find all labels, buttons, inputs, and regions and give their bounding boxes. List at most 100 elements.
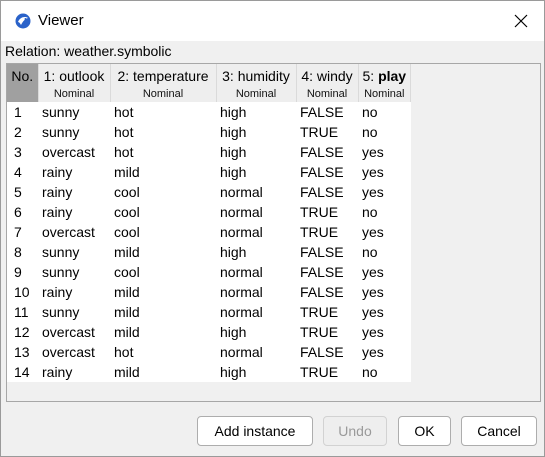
cell-temperature[interactable]: hot [110,102,216,122]
table-row[interactable]: 2 sunny hot high TRUE no [7,122,411,142]
cell-humidity[interactable]: high [216,142,296,162]
cell-play[interactable]: yes [358,282,411,302]
column-header-windy[interactable]: 4: windy Nominal [296,64,359,102]
cell-temperature[interactable]: mild [110,242,216,262]
cell-windy[interactable]: FALSE [296,162,358,182]
cell-humidity[interactable]: normal [216,262,296,282]
cell-temperature[interactable]: cool [110,182,216,202]
cell-outlook[interactable]: rainy [38,182,110,202]
cell-no: 2 [14,124,22,140]
table-row[interactable]: 11 sunny mild normal TRUE yes [7,302,411,322]
cell-play[interactable]: yes [358,322,411,342]
column-header-label: 2: temperature [117,68,209,84]
table-row[interactable]: 5 rainy cool normal FALSE yes [7,182,411,202]
cell-temperature[interactable]: cool [110,202,216,222]
cell-outlook[interactable]: rainy [38,162,110,182]
cell-outlook[interactable]: sunny [38,302,110,322]
cell-temperature[interactable]: mild [110,362,216,382]
cell-outlook[interactable]: sunny [38,262,110,282]
cell-outlook[interactable]: overcast [38,222,110,242]
table-row[interactable]: 9 sunny cool normal FALSE yes [7,262,411,282]
cell-humidity[interactable]: normal [216,182,296,202]
cell-play[interactable]: no [358,362,411,382]
cell-temperature[interactable]: mild [110,322,216,342]
cell-windy[interactable]: TRUE [296,362,358,382]
cell-windy[interactable]: FALSE [296,182,358,202]
cell-outlook[interactable]: overcast [38,322,110,342]
cell-windy[interactable]: TRUE [296,222,358,242]
cell-play[interactable]: yes [358,262,411,282]
cell-play[interactable]: yes [358,222,411,242]
table-row[interactable]: 7 overcast cool normal TRUE yes [7,222,411,242]
table-row[interactable]: 14 rainy mild high TRUE no [7,362,411,382]
cell-outlook[interactable]: rainy [38,202,110,222]
cell-windy[interactable]: TRUE [296,122,358,142]
cell-humidity[interactable]: high [216,122,296,142]
cell-humidity[interactable]: high [216,242,296,262]
cell-temperature[interactable]: cool [110,262,216,282]
table-row[interactable]: 1 sunny hot high FALSE no [7,102,411,122]
cell-windy[interactable]: FALSE [296,242,358,262]
table-scroll-area[interactable]: No. 1: outlook Nominal 2: temperature No… [6,63,541,402]
cell-outlook[interactable]: overcast [38,342,110,362]
column-header-no[interactable]: No. [7,64,39,102]
cell-play[interactable]: yes [358,302,411,322]
cell-outlook[interactable]: overcast [38,142,110,162]
cell-temperature[interactable]: hot [110,142,216,162]
cell-humidity[interactable]: normal [216,222,296,242]
cell-temperature[interactable]: cool [110,222,216,242]
cell-humidity[interactable]: high [216,322,296,342]
cell-play[interactable]: yes [358,182,411,202]
title-bar: Viewer [1,1,544,41]
cell-temperature[interactable]: hot [110,342,216,362]
column-header-outlook[interactable]: 1: outlook Nominal [38,64,111,102]
cell-windy[interactable]: FALSE [296,102,358,122]
cell-humidity[interactable]: normal [216,342,296,362]
cell-play[interactable]: no [358,122,411,142]
cell-windy[interactable]: FALSE [296,262,358,282]
cell-humidity[interactable]: normal [216,282,296,302]
cancel-button[interactable]: Cancel [461,416,537,446]
column-type-label: Nominal [235,88,277,100]
cell-play[interactable]: yes [358,342,411,362]
cell-windy[interactable]: FALSE [296,282,358,302]
cell-outlook[interactable]: sunny [38,102,110,122]
cell-humidity[interactable]: high [216,102,296,122]
cell-play[interactable]: no [358,102,411,122]
cell-play[interactable]: no [358,202,411,222]
cell-temperature[interactable]: mild [110,282,216,302]
cell-play[interactable]: yes [358,162,411,182]
add-instance-button[interactable]: Add instance [197,416,313,446]
cell-outlook[interactable]: rainy [38,362,110,382]
table-row[interactable]: 4 rainy mild high FALSE yes [7,162,411,182]
close-button[interactable] [498,1,544,41]
cell-outlook[interactable]: sunny [38,242,110,262]
cell-humidity[interactable]: normal [216,202,296,222]
cell-outlook[interactable]: sunny [38,122,110,142]
cell-play[interactable]: no [358,242,411,262]
cell-temperature[interactable]: mild [110,302,216,322]
table-row[interactable]: 13 overcast hot normal FALSE yes [7,342,411,362]
table-row[interactable]: 3 overcast hot high FALSE yes [7,142,411,162]
ok-button[interactable]: OK [398,416,451,446]
table-row[interactable]: 8 sunny mild high FALSE no [7,242,411,262]
cell-temperature[interactable]: hot [110,122,216,142]
column-header-label: 5: play [363,68,407,84]
cell-humidity[interactable]: high [216,362,296,382]
cell-play[interactable]: yes [358,142,411,162]
table-row[interactable]: 12 overcast mild high TRUE yes [7,322,411,342]
table-row[interactable]: 6 rainy cool normal TRUE no [7,202,411,222]
cell-humidity[interactable]: high [216,162,296,182]
column-header-temperature[interactable]: 2: temperature Nominal [110,64,217,102]
column-header-play[interactable]: 5: play Nominal [358,64,412,102]
column-header-humidity[interactable]: 3: humidity Nominal [216,64,297,102]
cell-humidity[interactable]: normal [216,302,296,322]
cell-temperature[interactable]: mild [110,162,216,182]
cell-windy[interactable]: TRUE [296,322,358,342]
cell-windy[interactable]: TRUE [296,302,358,322]
cell-windy[interactable]: FALSE [296,342,358,362]
cell-outlook[interactable]: rainy [38,282,110,302]
table-row[interactable]: 10 rainy mild normal FALSE yes [7,282,411,302]
cell-windy[interactable]: TRUE [296,202,358,222]
cell-windy[interactable]: FALSE [296,142,358,162]
